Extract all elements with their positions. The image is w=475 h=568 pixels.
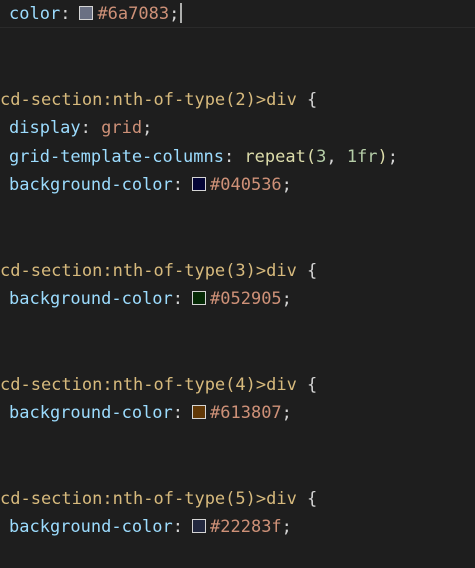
code-line-background-color-4[interactable]: background-color: #613807; bbox=[9, 399, 292, 427]
color-swatch-icon[interactable] bbox=[192, 291, 207, 305]
css-semicolon: ; bbox=[281, 289, 292, 309]
css-function-close: ) bbox=[377, 147, 388, 167]
css-property: background-color bbox=[9, 289, 173, 309]
css-selector: cd-section:nth-of-type(2)>div bbox=[0, 90, 297, 110]
css-colon: : bbox=[172, 403, 184, 423]
css-separator: , bbox=[326, 147, 347, 167]
code-line-display[interactable]: display: grid; bbox=[9, 114, 152, 142]
code-line-selector-3[interactable]: cd-section:nth-of-type(3)>div { bbox=[0, 257, 317, 285]
css-value: #040536 bbox=[210, 175, 282, 195]
code-line-selector-2[interactable]: cd-section:nth-of-type(2)>div { bbox=[0, 86, 317, 114]
css-semicolon: ; bbox=[281, 403, 292, 423]
css-semicolon: ; bbox=[281, 517, 292, 537]
css-colon: : bbox=[172, 175, 184, 195]
code-line-background-color-5[interactable]: background-color: #22283f; bbox=[9, 513, 292, 541]
css-function: repeat( bbox=[234, 147, 317, 167]
css-brace: { bbox=[296, 261, 318, 281]
css-property: background-color bbox=[9, 175, 173, 195]
code-line-background-color-3[interactable]: background-color: #052905; bbox=[9, 285, 292, 313]
css-brace: { bbox=[296, 489, 318, 509]
css-colon: : bbox=[172, 289, 184, 309]
css-brace: { bbox=[296, 375, 318, 395]
css-value: grid bbox=[90, 118, 143, 138]
code-line-color[interactable]: color: #6a7083; bbox=[9, 0, 183, 28]
css-number: 3 bbox=[316, 147, 327, 167]
color-swatch-icon[interactable] bbox=[79, 6, 94, 20]
css-value: #22283f bbox=[210, 517, 282, 537]
css-selector: cd-section:nth-of-type(5)>div bbox=[0, 489, 297, 509]
css-colon: : bbox=[60, 4, 71, 24]
css-colon: : bbox=[80, 118, 91, 138]
css-property: background-color bbox=[9, 517, 173, 537]
css-semicolon: ; bbox=[387, 147, 399, 167]
color-swatch-icon[interactable] bbox=[192, 519, 207, 533]
css-brace: { bbox=[296, 90, 318, 110]
code-line-grid-template-columns[interactable]: grid-template-columns: repeat(3, 1fr); bbox=[9, 143, 398, 171]
css-semicolon: ; bbox=[281, 175, 292, 195]
text-cursor bbox=[180, 3, 183, 23]
css-semicolon: ; bbox=[142, 118, 153, 138]
css-property: color bbox=[9, 4, 61, 24]
css-semicolon: ; bbox=[169, 4, 180, 24]
css-value: #052905 bbox=[210, 289, 282, 309]
css-value: #6a7083 bbox=[97, 4, 170, 24]
code-line-selector-5[interactable]: cd-section:nth-of-type(5)>div { bbox=[0, 485, 317, 513]
css-property: grid-template-columns bbox=[9, 147, 224, 167]
code-editor[interactable]: color: #6a7083; cd-section:nth-of-type(2)… bbox=[0, 0, 475, 568]
css-number: 1fr bbox=[346, 147, 378, 167]
css-selector: cd-section:nth-of-type(3)>div bbox=[0, 261, 297, 281]
css-colon: : bbox=[172, 517, 184, 537]
css-value: #613807 bbox=[210, 403, 282, 423]
code-line-selector-4[interactable]: cd-section:nth-of-type(4)>div { bbox=[0, 371, 317, 399]
css-property: display bbox=[9, 118, 81, 138]
color-swatch-icon[interactable] bbox=[192, 405, 207, 419]
css-colon: : bbox=[223, 147, 235, 167]
css-selector: cd-section:nth-of-type(4)>div bbox=[0, 375, 297, 395]
code-line-background-color-2[interactable]: background-color: #040536; bbox=[9, 171, 292, 199]
css-property: background-color bbox=[9, 403, 173, 423]
color-swatch-icon[interactable] bbox=[192, 177, 207, 191]
